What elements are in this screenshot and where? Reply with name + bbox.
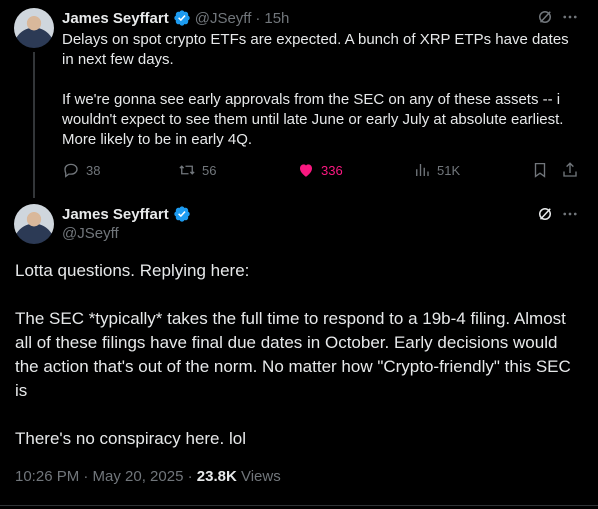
like-count: 336 (321, 162, 343, 178)
separator: · (187, 468, 193, 485)
divider (0, 505, 598, 506)
time-ago[interactable]: 15h (264, 10, 289, 27)
more-icon[interactable] (561, 205, 579, 228)
parent-tweet-text: Delays on spot crypto ETFs are expected.… (62, 31, 569, 148)
main-tweet-header: James Seyffart @JSeyff (62, 204, 191, 244)
grok-icon[interactable] (536, 8, 554, 31)
main-tweet-text: Lotta questions. Replying here: The SEC … (15, 261, 571, 448)
repost-icon (179, 165, 195, 175)
author-name[interactable]: James Seyffart (62, 10, 169, 27)
views-count: 51K (437, 162, 461, 178)
repost-count: 56 (202, 162, 217, 178)
parent-tweet-header: James Seyffart @JSeyff · 15h (62, 8, 289, 28)
handle[interactable]: @JSeyff (62, 224, 191, 244)
views-icon (416, 164, 429, 176)
avatar[interactable] (14, 8, 54, 48)
tweet-meta: 10:26 PM · May 20, 2025 · 23.8K Views (15, 468, 281, 485)
views-label: Views (240, 468, 281, 485)
thread-line (33, 52, 35, 198)
handle[interactable]: @JSeyff (195, 10, 252, 27)
bookmark-icon[interactable] (531, 161, 549, 184)
reply-count: 38 (86, 162, 101, 178)
verified-badge-icon (174, 206, 190, 222)
heart-filled-icon (300, 164, 312, 177)
like-button[interactable]: 336 (297, 161, 343, 179)
share-icon[interactable] (561, 161, 579, 184)
grok-icon[interactable] (536, 205, 554, 228)
avatar[interactable] (14, 204, 54, 244)
author-name[interactable]: James Seyffart (62, 206, 169, 223)
repost-button[interactable]: 56 (178, 161, 216, 179)
views-button[interactable]: 51K (413, 161, 460, 179)
timestamp[interactable]: 10:26 PM · May 20, 2025 (15, 468, 183, 485)
reply-button[interactable]: 38 (62, 161, 100, 179)
views-count: 23.8K (196, 468, 237, 485)
verified-badge-icon (174, 10, 190, 26)
separator: · (255, 9, 261, 27)
more-icon[interactable] (561, 8, 579, 31)
reply-icon (64, 163, 78, 178)
